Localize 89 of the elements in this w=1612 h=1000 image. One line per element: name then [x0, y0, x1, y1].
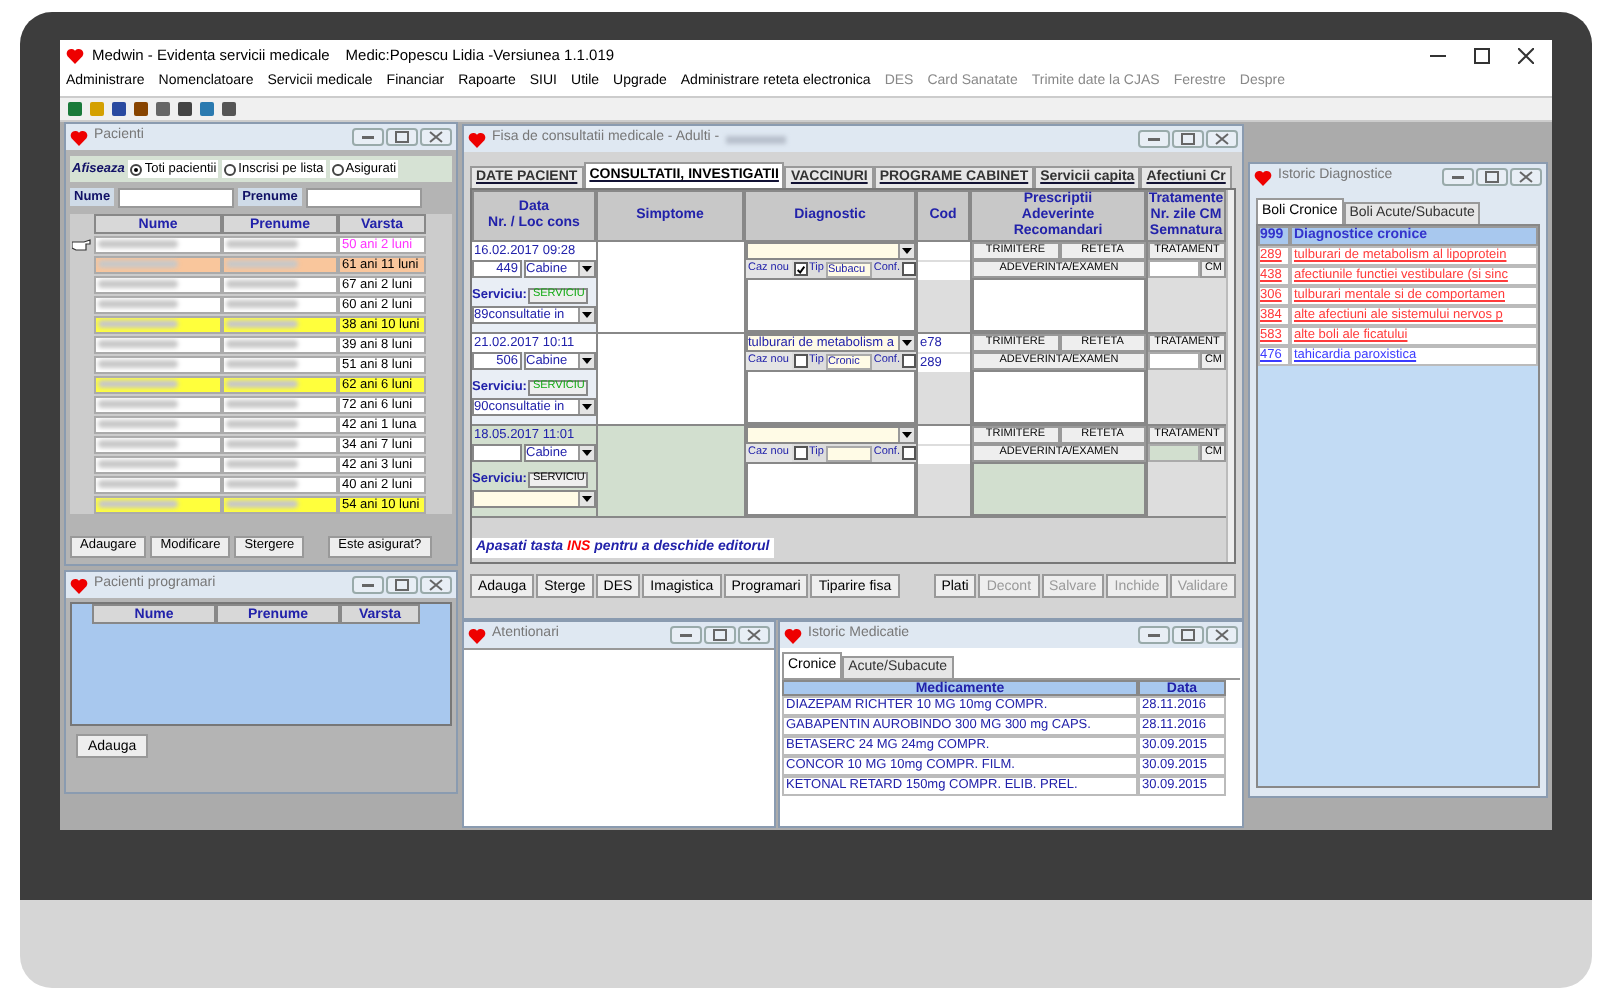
type-field[interactable] — [825, 445, 872, 461]
radio-button[interactable] — [130, 163, 143, 175]
maximize-icon — [1176, 130, 1200, 148]
close-icon[interactable] — [1518, 47, 1534, 63]
maximize-icon — [1480, 168, 1504, 186]
blurred-name-placeholder — [222, 435, 338, 453]
close-icon — [1210, 626, 1234, 644]
checkbox[interactable] — [902, 446, 916, 460]
blurred-name-placeholder — [222, 315, 338, 333]
maximize-icon — [390, 128, 414, 146]
prescriptions-field[interactable] — [972, 370, 1146, 424]
caret-icon — [578, 354, 594, 368]
code-field[interactable] — [918, 242, 970, 260]
close-button[interactable] — [420, 576, 452, 594]
checkbox[interactable] — [902, 262, 916, 276]
code-field[interactable] — [918, 262, 970, 280]
radio-button[interactable] — [224, 163, 237, 175]
heart-icon — [70, 577, 88, 593]
maximize-button[interactable] — [1476, 168, 1508, 186]
blurred-name-placeholder — [222, 415, 338, 433]
close-button[interactable] — [738, 626, 770, 644]
maximize-icon — [1176, 626, 1200, 644]
blurred-name-placeholder — [222, 395, 338, 413]
heart-icon — [784, 627, 802, 643]
notes-field[interactable] — [746, 462, 916, 516]
checkbox[interactable] — [793, 446, 807, 460]
blurred-name-placeholder — [222, 455, 338, 473]
close-icon — [424, 128, 448, 146]
blurred-name-placeholder — [222, 235, 338, 253]
maximize-button[interactable] — [1172, 626, 1204, 644]
symptoms-field[interactable] — [596, 426, 744, 516]
number-field[interactable] — [472, 444, 522, 462]
close-button[interactable] — [1206, 626, 1238, 644]
code-field[interactable] — [918, 446, 970, 464]
close-button[interactable] — [420, 128, 452, 146]
pointing-hand-icon — [72, 237, 92, 251]
maximize-icon[interactable] — [1474, 47, 1490, 63]
maximize-icon — [708, 626, 732, 644]
maximize-button[interactable] — [1172, 130, 1204, 148]
heart-icon — [1254, 169, 1272, 185]
close-button[interactable] — [1206, 130, 1238, 148]
search-field[interactable] — [305, 187, 422, 207]
caret-icon — [578, 308, 594, 322]
maximize-button[interactable] — [386, 576, 418, 594]
checkbox[interactable] — [793, 262, 807, 276]
minimize-button[interactable] — [352, 128, 384, 146]
notes-field[interactable] — [746, 278, 916, 332]
close-button[interactable] — [1510, 168, 1542, 186]
maximize-icon — [390, 576, 414, 594]
blurred-name-placeholder — [222, 475, 338, 493]
maximize-button[interactable] — [704, 626, 736, 644]
maximize-button[interactable] — [386, 128, 418, 146]
close-icon — [1210, 130, 1234, 148]
blurred-name-placeholder — [222, 275, 338, 293]
close-icon — [424, 576, 448, 594]
prescriptions-field[interactable] — [972, 462, 1146, 516]
minimize-button[interactable] — [352, 576, 384, 594]
search-field[interactable] — [118, 187, 235, 207]
blurred-name-placeholder — [222, 335, 338, 353]
heart-icon — [468, 131, 486, 147]
heart-icon — [468, 627, 486, 643]
sick-days-field[interactable] — [1148, 352, 1201, 370]
minimize-button[interactable] — [1138, 130, 1170, 148]
blurred-name-placeholder — [222, 355, 338, 373]
caret-icon — [578, 446, 594, 460]
blurred-name-placeholder — [222, 375, 338, 393]
heart-icon — [70, 129, 88, 145]
caret-icon — [578, 492, 594, 506]
blurred-name-placeholder — [222, 255, 338, 273]
sick-days-field[interactable] — [1148, 444, 1201, 462]
sick-days-field[interactable] — [1148, 260, 1201, 278]
close-icon — [1514, 168, 1538, 186]
minimize-button[interactable] — [1442, 168, 1474, 186]
heart-icon — [66, 47, 84, 63]
minimize-button[interactable] — [670, 626, 702, 644]
notes-field[interactable] — [746, 370, 916, 424]
checkbox[interactable] — [793, 354, 807, 368]
blurred-name-placeholder — [725, 135, 786, 143]
prescriptions-field[interactable] — [972, 278, 1146, 332]
checkbox[interactable] — [902, 354, 916, 368]
dropdown[interactable] — [746, 426, 916, 444]
caret-icon — [578, 400, 594, 414]
caret-icon — [578, 262, 594, 276]
blurred-name-placeholder — [222, 295, 338, 313]
close-icon — [742, 626, 766, 644]
code-field[interactable] — [918, 426, 970, 444]
dropdown[interactable] — [472, 490, 596, 508]
minimize-button[interactable] — [1138, 626, 1170, 644]
radio-button[interactable] — [331, 163, 344, 175]
